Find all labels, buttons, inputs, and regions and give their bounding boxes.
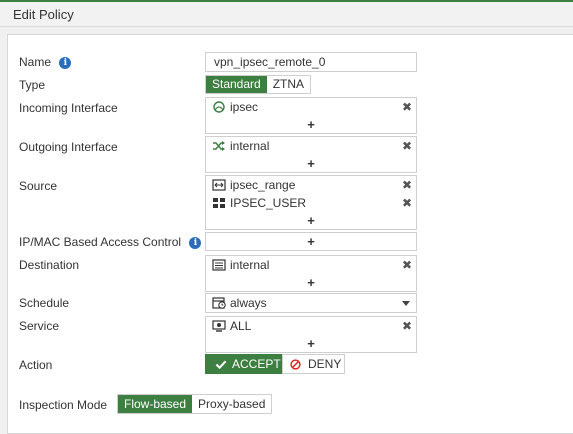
incoming-interface-field[interactable]: ipsec ✖ +	[205, 97, 417, 134]
info-icon[interactable]: i	[59, 57, 72, 69]
action-label: Action	[19, 358, 53, 372]
add-service-button[interactable]: +	[206, 335, 416, 352]
incoming-interface-entry: ipsec ✖	[206, 98, 416, 116]
source-label: Source	[19, 179, 58, 193]
source-value: ipsec_range	[230, 178, 296, 192]
ip-mac-access-label-row: IP/MAC Based Access Control i	[19, 235, 202, 249]
address-range-icon	[212, 179, 226, 191]
deny-button[interactable]: DENY	[282, 354, 345, 374]
type-label: Type	[19, 78, 46, 92]
service-entry: ALL ✖	[206, 317, 416, 335]
name-label: Name	[19, 55, 52, 69]
remove-icon[interactable]: ✖	[402, 98, 412, 116]
shuffle-icon	[213, 141, 225, 151]
tunnel-icon	[213, 101, 225, 113]
destination-entry: internal ✖	[206, 256, 416, 274]
incoming-interface-value: ipsec	[230, 100, 259, 114]
source-field[interactable]: ipsec_range ✖ IPSEC_USER ✖ +	[205, 175, 417, 230]
destination-field[interactable]: internal ✖ +	[205, 255, 417, 292]
outgoing-interface-field[interactable]: internal ✖ +	[205, 136, 417, 173]
add-incoming-interface-button[interactable]: +	[206, 116, 416, 133]
outgoing-interface-entry: internal ✖	[206, 137, 416, 155]
name-label-row: Name i	[19, 55, 72, 69]
remove-icon[interactable]: ✖	[402, 317, 412, 335]
service-label: Service	[19, 319, 60, 333]
remove-icon[interactable]: ✖	[402, 256, 412, 274]
outgoing-interface-label: Outgoing Interface	[19, 140, 118, 154]
destination-value: internal	[230, 258, 270, 272]
schedule-label: Schedule	[19, 296, 70, 310]
destination-label: Destination	[19, 258, 80, 272]
service-value: ALL	[230, 319, 252, 333]
type-option-ztna[interactable]: ZTNA	[267, 76, 310, 93]
address-icon	[212, 259, 226, 271]
ip-mac-access-field[interactable]: +	[205, 232, 417, 251]
info-icon[interactable]: i	[189, 237, 202, 249]
chevron-down-icon	[402, 301, 410, 306]
source-entry: IPSEC_USER ✖	[206, 194, 416, 212]
schedule-select[interactable]: always	[205, 293, 417, 313]
remove-icon[interactable]: ✖	[402, 176, 412, 194]
schedule-entry: always	[206, 294, 416, 312]
remove-icon[interactable]: ✖	[402, 194, 412, 212]
remove-icon[interactable]: ✖	[402, 137, 412, 155]
name-input[interactable]: vpn_ipsec_remote_0	[205, 52, 417, 72]
type-toggle: Standard ZTNA	[205, 75, 312, 94]
user-group-icon	[213, 198, 225, 208]
inspection-option-proxy[interactable]: Proxy-based	[192, 395, 271, 413]
accept-label: ACCEPT	[232, 357, 281, 371]
schedule-icon	[212, 297, 226, 309]
deny-icon	[290, 359, 301, 370]
incoming-interface-label: Incoming Interface	[19, 101, 118, 115]
check-icon	[215, 360, 227, 370]
outgoing-interface-value: internal	[230, 139, 270, 153]
service-icon	[212, 320, 226, 332]
service-field[interactable]: ALL ✖ +	[205, 316, 417, 353]
type-option-standard[interactable]: Standard	[206, 76, 267, 93]
deny-label: DENY	[308, 357, 342, 371]
inspection-mode-toggle: Flow-based Proxy-based	[117, 394, 273, 414]
ip-mac-access-label: IP/MAC Based Access Control	[19, 235, 182, 249]
add-ip-mac-button[interactable]: +	[206, 233, 416, 250]
dialog-title: Edit Policy	[13, 7, 74, 22]
inspection-option-flow[interactable]: Flow-based	[118, 395, 193, 413]
add-destination-button[interactable]: +	[206, 274, 416, 291]
schedule-value: always	[230, 296, 267, 310]
add-source-button[interactable]: +	[206, 212, 416, 229]
source-value: IPSEC_USER	[230, 196, 307, 210]
dialog-titlebar: Edit Policy	[0, 2, 573, 27]
source-entry: ipsec_range ✖	[206, 176, 416, 194]
accept-button[interactable]: ACCEPT	[205, 354, 282, 374]
add-outgoing-interface-button[interactable]: +	[206, 155, 416, 172]
inspection-mode-label: Inspection Mode	[19, 398, 108, 412]
